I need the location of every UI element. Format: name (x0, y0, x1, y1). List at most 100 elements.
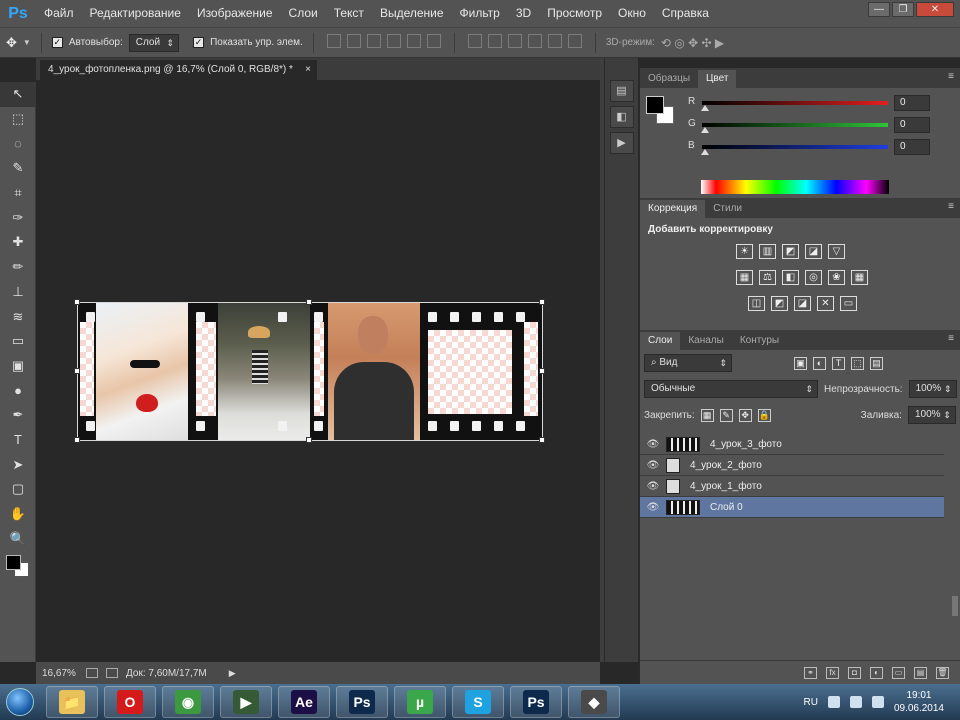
adjustment-icon[interactable]: ◪ (805, 244, 822, 259)
restore-button[interactable]: ❐ (892, 2, 914, 17)
layer-row[interactable]: 👁 Слой 0 (640, 497, 944, 518)
adjustment-icon[interactable]: ☀ (736, 244, 753, 259)
status-menu-arrow-icon[interactable]: ▶ (229, 668, 236, 679)
taskbar-tool-button[interactable]: ◆ (568, 686, 620, 718)
tab-layers[interactable]: Слои (640, 332, 681, 350)
layer-row[interactable]: 👁 4_урок_3_фото (640, 434, 944, 455)
transform-handle[interactable] (306, 299, 312, 305)
link-layers-icon[interactable]: ⚭ (804, 666, 817, 679)
adjustment-icon[interactable]: ◩ (782, 244, 799, 259)
adjustment-icon[interactable]: ▦ (736, 270, 753, 285)
properties-icon[interactable]: ◧ (609, 106, 634, 128)
adjustment-icon[interactable]: ▥ (759, 244, 776, 259)
distribute-center-icon[interactable] (547, 34, 562, 48)
autoselect-checkbox[interactable]: ✓ (51, 37, 63, 48)
blend-mode-select[interactable]: Обычные (644, 380, 818, 398)
taskbar-explorer-button[interactable]: 📁 (46, 686, 98, 718)
adjustment-icon[interactable]: ◧ (782, 270, 799, 285)
adjustment-icon[interactable]: ◩ (771, 296, 788, 311)
fx-icon[interactable]: fx (826, 666, 839, 679)
tab-styles[interactable]: Стили (705, 200, 750, 218)
stamp-tool-icon[interactable]: ⊥ (0, 280, 36, 305)
timeline-icon[interactable] (86, 668, 98, 678)
tab-channels[interactable]: Каналы (680, 332, 732, 350)
layer-row[interactable]: 👁 4_урок_1_фото (640, 476, 944, 497)
lock-transparent-icon[interactable]: ▦ (700, 408, 714, 422)
align-right-icon[interactable] (426, 34, 441, 48)
close-button[interactable]: ✕ (916, 2, 954, 17)
adjustment-icon[interactable]: ✕ (817, 296, 834, 311)
healing-tool-icon[interactable]: ✚ (0, 230, 36, 255)
fill-input[interactable]: 100% (907, 406, 956, 424)
lasso-tool-icon[interactable]: ◌ (0, 131, 36, 156)
taskbar-utorrent-button[interactable]: µ (394, 686, 446, 718)
menu-item[interactable]: Редактирование (82, 0, 189, 27)
align-middle-icon[interactable] (346, 34, 361, 48)
move-tool-icon[interactable]: ↖ (0, 82, 36, 107)
filter-shape-icon[interactable]: ⬚ (851, 356, 864, 370)
lock-image-icon[interactable]: ✎ (719, 408, 733, 422)
history-icon[interactable]: ▤ (609, 80, 634, 102)
marquee-tool-icon[interactable]: ⬚ (0, 107, 36, 132)
menu-item[interactable]: Окно (610, 0, 654, 27)
panel-menu-icon[interactable]: ≡ (948, 71, 954, 82)
adjustment-icon[interactable]: ▭ (840, 296, 857, 311)
taskbar-chrome-button[interactable]: ◉ (162, 686, 214, 718)
3d-rotate-icon[interactable]: ⟲ ◎ ✥ ✣ ▶ (661, 36, 724, 50)
taskbar-skype-button[interactable]: S (452, 686, 504, 718)
tray-flag-icon[interactable] (871, 696, 884, 708)
filter-pixel-icon[interactable]: ▣ (794, 356, 807, 370)
transform-handle[interactable] (539, 437, 545, 443)
menu-item[interactable]: Справка (654, 0, 717, 27)
visibility-eye-icon[interactable]: 👁 (640, 439, 666, 450)
panel-menu-icon[interactable]: ≡ (948, 201, 954, 212)
adjustment-icon[interactable]: ❀ (828, 270, 845, 285)
slider-thumb-icon[interactable] (701, 149, 709, 155)
adjustment-icon[interactable]: ⚖ (759, 270, 776, 285)
filter-type-icon[interactable]: T (832, 356, 845, 370)
distribute-right-icon[interactable] (567, 34, 582, 48)
menu-item[interactable]: Текст (326, 0, 372, 27)
pen-tool-icon[interactable]: ✒ (0, 403, 36, 428)
menu-item[interactable]: Слои (281, 0, 326, 27)
distribute-left-icon[interactable] (527, 34, 542, 48)
language-indicator[interactable]: RU (803, 697, 817, 708)
transform-bounding-box[interactable] (77, 302, 543, 441)
adjustment-icon[interactable]: ▽ (828, 244, 845, 259)
history-brush-tool-icon[interactable]: ≋ (0, 304, 36, 329)
menu-item[interactable]: Изображение (189, 0, 281, 27)
transform-handle[interactable] (74, 299, 80, 305)
new-layer-icon[interactable]: ▤ (914, 666, 927, 679)
menu-item[interactable]: Просмотр (539, 0, 610, 27)
shape-tool-icon[interactable]: ▢ (0, 477, 36, 502)
document-tab[interactable]: 4_урок_фотопленка.png @ 16,7% (Слой 0, R… (40, 60, 317, 80)
distribute-bottom-icon[interactable] (507, 34, 522, 48)
slider-value-input[interactable]: 0 (894, 117, 930, 133)
autoselect-select[interactable]: Слой (128, 33, 180, 52)
filter-adjustment-icon[interactable]: ◐ (813, 356, 826, 370)
add-mask-icon[interactable]: ◘ (848, 666, 861, 679)
type-tool-icon[interactable]: T (0, 428, 36, 453)
eyedropper-tool-icon[interactable]: ✑ (0, 205, 36, 230)
show-controls-checkbox[interactable]: ✓ (193, 37, 205, 48)
start-button[interactable] (0, 684, 40, 720)
share-icon[interactable] (106, 668, 118, 678)
trash-icon[interactable]: 🗑 (936, 666, 949, 679)
slider-value-input[interactable]: 0 (894, 95, 930, 111)
actions-icon[interactable]: ▶ (609, 132, 634, 154)
distribute-top-icon[interactable] (467, 34, 482, 48)
panel-menu-icon[interactable]: ≡ (948, 333, 954, 344)
layer-filter-select[interactable]: ⌕ Вид (644, 354, 732, 372)
taskbar-after-effects-button[interactable]: Ae (278, 686, 330, 718)
transform-handle[interactable] (74, 368, 80, 374)
menu-item[interactable]: Фильтр (452, 0, 508, 27)
zoom-tool-icon[interactable]: 🔍 (0, 526, 36, 551)
tab-adjustments[interactable]: Коррекция (640, 200, 706, 218)
brush-tool-icon[interactable]: ✏ (0, 255, 36, 280)
color-spectrum[interactable] (701, 180, 889, 194)
align-left-icon[interactable] (386, 34, 401, 48)
dodge-tool-icon[interactable]: ● (0, 378, 36, 403)
slider-thumb-icon[interactable] (701, 105, 709, 111)
lock-position-icon[interactable]: ✥ (738, 408, 752, 422)
align-bottom-icon[interactable] (366, 34, 381, 48)
